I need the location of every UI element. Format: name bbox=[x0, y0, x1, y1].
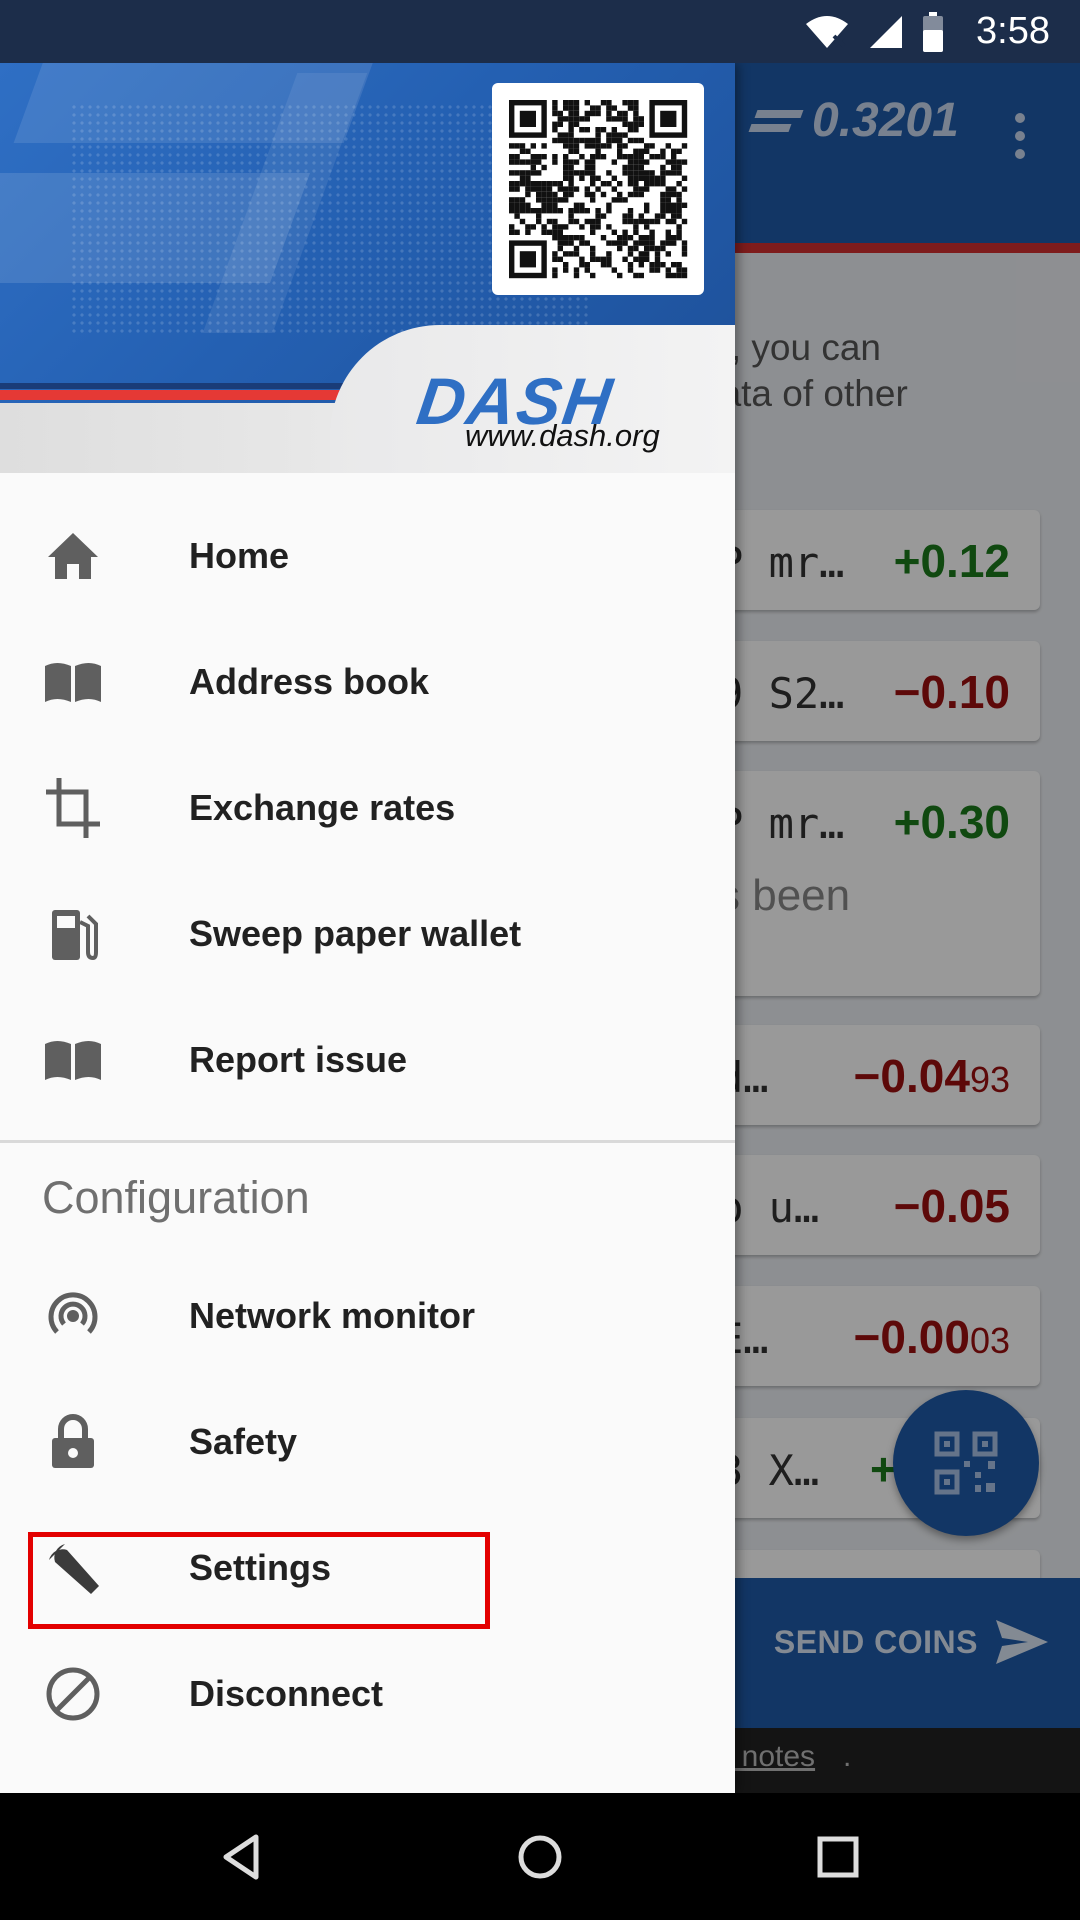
menu-item-home[interactable]: Home bbox=[0, 493, 735, 619]
menu-item-label: Home bbox=[189, 535, 290, 576]
network-icon bbox=[42, 1285, 104, 1347]
dash-website: www.dash.org bbox=[465, 418, 660, 453]
section-title-configuration: Configuration bbox=[42, 1172, 310, 1223]
block-icon bbox=[42, 1663, 104, 1725]
home-icon bbox=[42, 525, 104, 587]
menu-item-safety[interactable]: Safety bbox=[0, 1379, 735, 1505]
menu-item-label: Exchange rates bbox=[189, 787, 456, 828]
status-bar: 3:58 bbox=[0, 0, 1080, 63]
menu-item-label: Address book bbox=[189, 661, 430, 702]
lock-icon bbox=[42, 1411, 104, 1473]
menu-item-label: Sweep paper wallet bbox=[189, 913, 522, 954]
status-icons: 3:58 bbox=[804, 0, 1050, 63]
menu-item-network-monitor[interactable]: Network monitor bbox=[0, 1253, 735, 1379]
recents-icon[interactable] bbox=[812, 1831, 864, 1883]
header-red-stripe bbox=[0, 390, 380, 400]
menu-item-disconnect[interactable]: Disconnect bbox=[0, 1631, 735, 1757]
wifi-icon bbox=[806, 15, 849, 48]
fuel-icon bbox=[42, 903, 104, 965]
qr-code-icon bbox=[509, 100, 688, 279]
signal-icon bbox=[870, 15, 903, 48]
drawer-header: DASH www.dash.org bbox=[0, 63, 735, 473]
status-time: 3:58 bbox=[976, 10, 1050, 52]
menu-item-label: Safety bbox=[189, 1421, 298, 1462]
menu-item-label: Report issue bbox=[189, 1039, 408, 1080]
settings-highlight-box bbox=[28, 1532, 490, 1629]
menu-item-sweep-paper-wallet[interactable]: Sweep paper wallet bbox=[0, 871, 735, 997]
crop-icon bbox=[42, 777, 104, 839]
menu-item-label: Network monitor bbox=[189, 1295, 476, 1336]
menu-item-report-issue[interactable]: Report issue bbox=[0, 997, 735, 1123]
menu-item-label: Disconnect bbox=[189, 1673, 384, 1714]
menu-item-exchange-rates[interactable]: Exchange rates bbox=[0, 745, 735, 871]
book-icon bbox=[42, 1029, 104, 1091]
home-button-icon[interactable] bbox=[514, 1831, 566, 1883]
wallet-address-qr-code[interactable] bbox=[492, 83, 704, 295]
menu-item-address-book[interactable]: Address book bbox=[0, 619, 735, 745]
back-icon[interactable] bbox=[216, 1831, 268, 1883]
navigation-drawer: DASH www.dash.org Home Address book Exch… bbox=[0, 63, 735, 1793]
system-navigation-bar bbox=[0, 1793, 1080, 1920]
battery-icon bbox=[923, 11, 944, 52]
book-icon bbox=[42, 651, 104, 713]
